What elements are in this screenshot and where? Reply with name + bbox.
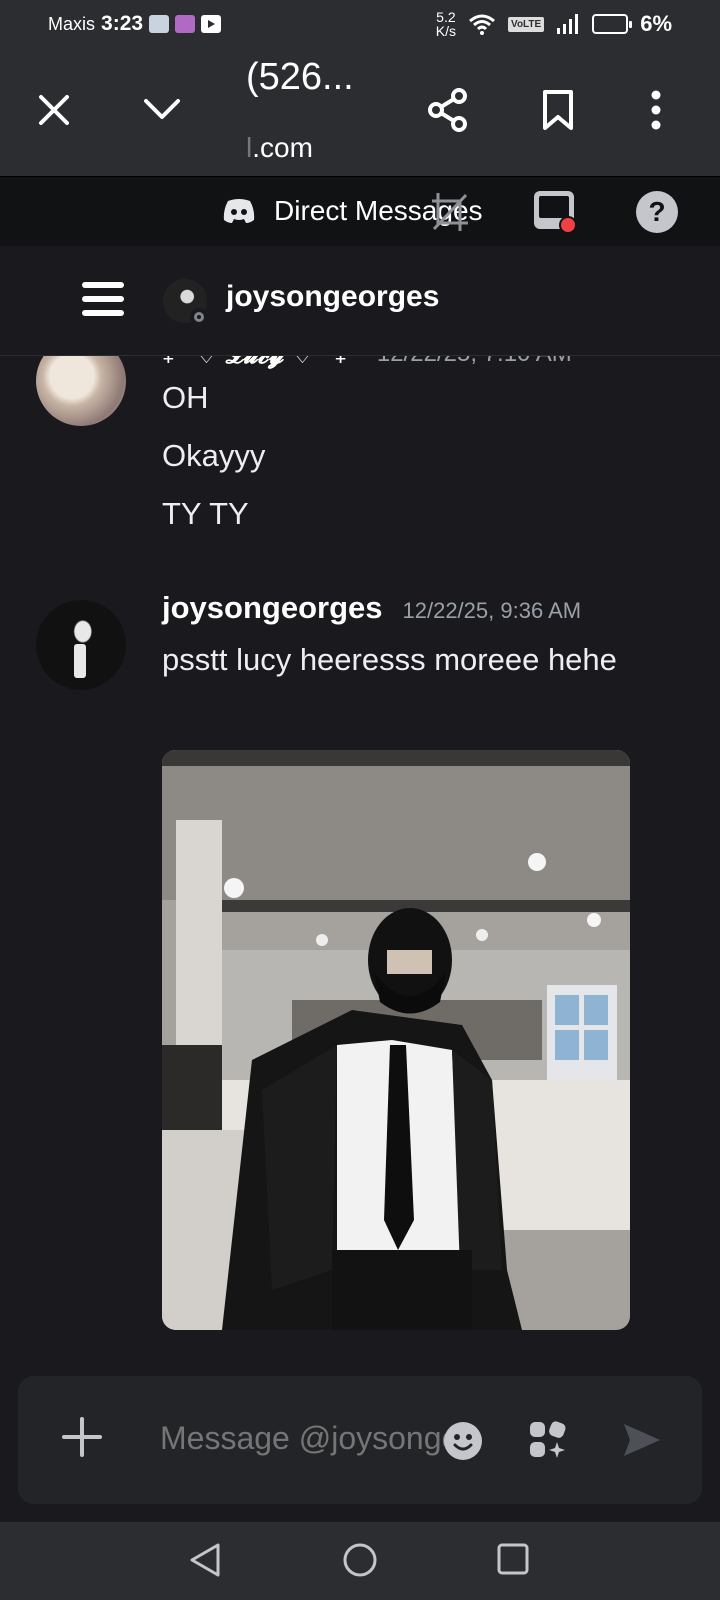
message-line: OH [162,380,209,415]
network-speed: 5.2 K/s [436,10,456,38]
gallery-notification-icon [149,15,170,33]
page-domain: l.com [246,132,313,164]
channel-header: joysongeorges [0,246,720,356]
back-triangle-icon [190,1543,220,1577]
clock: 3:23 [101,12,144,35]
message-timestamp: 12/22/25, 9:36 AM [402,598,582,623]
attached-photo [162,750,630,1330]
close-icon [39,95,69,125]
minimize-button[interactable] [138,88,186,132]
recents-button[interactable] [496,1542,530,1581]
crop-overlay-icon [432,193,468,231]
lucy-avatar[interactable] [36,356,126,426]
smiley-icon [453,1434,473,1451]
close-tab-button[interactable] [32,88,76,132]
send-icon [624,1424,660,1456]
more-options-button[interactable] [644,86,668,134]
page-title: (526... [246,56,354,98]
discord-header: Direct Messages ? [0,176,720,246]
help-button[interactable]: ? [636,191,678,233]
add-attachment-button[interactable] [62,1410,102,1466]
message-body: psstt lucy heeresss moreee hehe [162,642,617,677]
bookmark-button[interactable] [534,86,582,134]
image-attachment[interactable] [162,750,630,1330]
message-header: joysongeorges 12/22/25, 9:36 AM [162,590,581,626]
apps-button[interactable] [526,1418,570,1462]
message-author[interactable]: joysongeorges [162,590,383,626]
message-line: Okayyy [162,438,266,473]
home-circle-icon [343,1543,377,1577]
discord-logo-icon [223,199,255,223]
emoji-button[interactable] [444,1422,482,1460]
channel-name[interactable]: joysongeorges [226,280,439,314]
home-button[interactable] [342,1542,378,1583]
message-list[interactable]: ₊ ⁺♡ 𝓛𝓾𝓬𝔂 ♡⁺ ₊ 12/22/25, 7:10 AM OH Okay… [0,356,720,1364]
status-left: Maxis 3:23 [48,12,222,36]
back-button[interactable] [188,1542,222,1583]
previous-author[interactable]: ₊ ⁺♡ 𝓛𝓾𝓬𝔂 ♡⁺ ₊ [162,356,347,369]
inbox-icon [534,191,577,234]
app-notification-icon [175,15,196,33]
previous-message-header: ₊ ⁺♡ 𝓛𝓾𝓬𝔂 ♡⁺ ₊ 12/22/25, 7:10 AM [162,356,572,369]
message-composer [18,1376,702,1504]
recents-square-icon [497,1543,529,1575]
bookmark-icon [543,90,573,130]
offline-status-icon [190,308,208,326]
system-nav-bar [0,1522,720,1600]
message-line: TY TY [162,496,249,531]
browser-toolbar: (526... l.com [0,48,720,176]
status-bar: Maxis 3:23 5.2 K/s VoLTE 6% [0,0,720,48]
battery-icon [592,14,633,34]
battery-percent: 6% [640,11,672,36]
previous-timestamp: 12/22/25, 7:10 AM [377,356,572,369]
speed-unit: K/s [435,23,457,39]
more-vertical-icon [651,90,661,130]
share-button[interactable] [424,86,472,134]
signal-icon [557,14,579,34]
inbox-button[interactable] [532,189,578,235]
apps-icon [530,1421,566,1458]
volte-badge: VoLTE [508,16,545,32]
youtube-notification-icon [201,15,222,33]
carrier-label: Maxis [48,13,96,34]
message-input[interactable] [160,1420,450,1457]
status-right: 5.2 K/s VoLTE 6% [436,10,672,38]
send-button[interactable] [622,1422,662,1463]
chevron-down-icon [144,99,180,119]
share-icon [428,88,467,132]
menu-button[interactable] [82,282,124,316]
speed-value: 5.2 [436,9,456,25]
domain-text: .com [252,132,313,163]
wifi-icon [469,14,495,35]
plus-icon [62,1417,102,1457]
joysongeorges-avatar[interactable] [36,600,126,690]
